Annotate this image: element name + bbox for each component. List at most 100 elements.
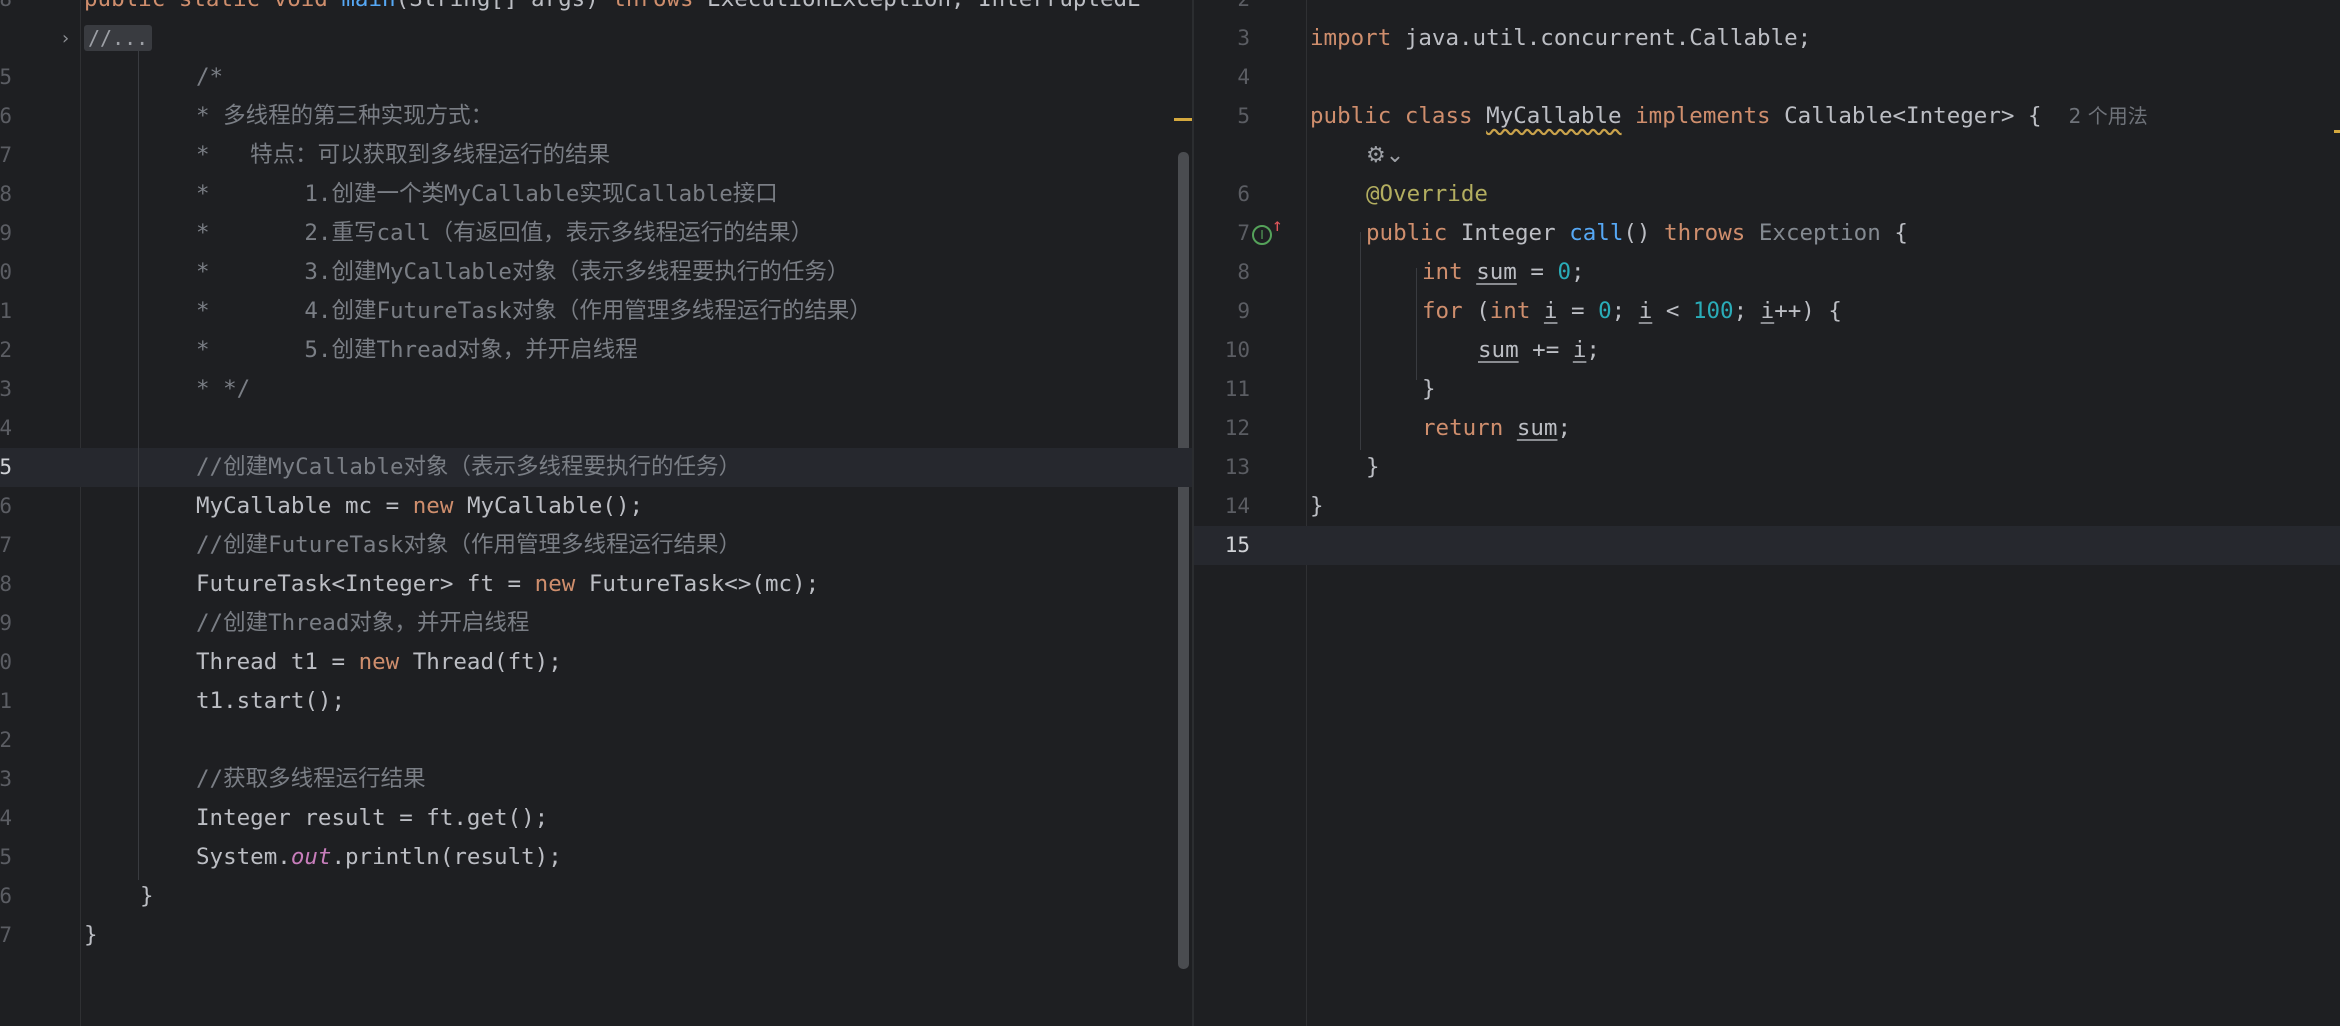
code-line[interactable]: 8 public static void main(String[] args) … [0,0,1192,19]
code-line[interactable]: 5 /* [0,58,1192,97]
code-line[interactable]: 4 Integer result = ft.get(); [0,799,1192,838]
line-number[interactable]: 3 [0,370,12,409]
code-line[interactable]: 14} [1194,487,2340,526]
code-text[interactable]: import java.util.concurrent.Callable; [1310,19,1811,58]
code-line[interactable]: 6 MyCallable mc = new MyCallable(); [0,487,1192,526]
line-number[interactable]: 0 [0,643,12,682]
code-line[interactable]: 9 for (int i = 0; i < 100; i++) { [1194,292,2340,331]
code-line[interactable]: 8 * 1.创建一个类MyCallable实现Callable接口 [0,175,1192,214]
line-number[interactable]: 4 [0,409,12,448]
code-line[interactable]: 0 Thread t1 = new Thread(ft); [0,643,1192,682]
code-line[interactable]: 9 * 2.重写call（有返回值，表示多线程运行的结果） [0,214,1192,253]
line-number[interactable]: 7 [0,916,12,955]
folded-region[interactable]: //... [84,25,153,51]
code-line[interactable]: 9 //创建Thread对象，并开启线程 [0,604,1192,643]
code-text[interactable]: t1.start(); [196,682,345,721]
code-text[interactable]: System.out.println(result); [196,838,562,877]
code-line[interactable]: 2 * 5.创建Thread对象，并开启线程 [0,331,1192,370]
line-number[interactable]: 4 [0,799,12,838]
line-number[interactable]: 9 [0,214,12,253]
code-text[interactable]: //创建Thread对象，并开启线程 [196,604,529,643]
overrides-arrow-icon[interactable]: ↑ [1272,214,1283,238]
code-line[interactable]: 8 int sum = 0; [1194,253,2340,292]
code-line[interactable]: 13} [1194,448,2340,487]
code-text[interactable]: } [1310,487,1324,526]
line-number[interactable]: 7 [1194,214,1250,253]
code-line[interactable]: 6 @Override [1194,175,2340,214]
code-line[interactable]: ⚙⌄ [1194,136,2340,175]
line-number[interactable]: 6 [0,877,12,916]
code-text[interactable]: for (int i = 0; i < 100; i++) { [1422,292,1842,331]
code-text[interactable]: /* [196,58,223,97]
line-number[interactable]: 9 [0,604,12,643]
line-number[interactable]: 5 [1194,97,1250,136]
code-text[interactable]: } [84,916,98,955]
line-number[interactable]: 11 [1194,370,1250,409]
code-text[interactable]: * 3.创建MyCallable对象（表示多线程要执行的任务） [196,253,849,292]
code-line[interactable]: 10 sum += i; [1194,331,2340,370]
code-line[interactable]: 7 * 特点：可以获取到多线程运行的结果 [0,136,1192,175]
code-line[interactable]: 4 [1194,58,2340,97]
line-number[interactable]: 3 [1194,19,1250,58]
left-editor-pane[interactable]: 8 public static void main(String[] args) … [0,0,1192,1026]
code-text[interactable]: return sum; [1422,409,1571,448]
code-line[interactable]: 2 [1194,0,2340,19]
code-text[interactable]: * 2.重写call（有返回值，表示多线程运行的结果） [196,214,813,253]
line-number[interactable]: 1 [0,292,12,331]
ai-assistant-icon[interactable]: ⚙⌄ [1366,136,1404,175]
implements-gutter-icon[interactable]: I [1252,225,1272,245]
line-number[interactable]: 13 [1194,448,1250,487]
code-text[interactable]: @Override [1366,175,1488,214]
code-line[interactable]: 1 * 4.创建FutureTask对象（作用管理多线程运行的结果） [0,292,1192,331]
code-line[interactable]: 0 * 3.创建MyCallable对象（表示多线程要执行的任务） [0,253,1192,292]
line-number[interactable]: 5 [0,58,12,97]
line-number[interactable]: 14 [1194,487,1250,526]
line-number[interactable]: 7 [0,136,12,175]
line-number[interactable]: 6 [0,97,12,136]
line-number[interactable]: 3 [0,760,12,799]
code-text[interactable]: Thread t1 = new Thread(ft); [196,643,562,682]
line-number[interactable]: 6 [0,487,12,526]
line-number[interactable]: 8 [0,0,12,19]
code-text[interactable]: //... [84,19,153,58]
code-line[interactable]: 11} [1194,370,2340,409]
code-text[interactable]: public Integer call() throws Exception { [1366,214,1908,253]
code-text[interactable]: } [140,877,154,916]
code-text[interactable]: MyCallable mc = new MyCallable(); [196,487,643,526]
code-line[interactable]: 3 import java.util.concurrent.Callable; [1194,19,2340,58]
code-line[interactable]: 2 [0,721,1192,760]
line-number[interactable]: 8 [0,565,12,604]
code-line[interactable]: 3 * */ [0,370,1192,409]
code-line[interactable]: 6} [0,877,1192,916]
code-text[interactable]: } [1366,448,1380,487]
code-text[interactable]: FutureTask<Integer> ft = new FutureTask<… [196,565,819,604]
code-text[interactable]: public static void main(String[] args) t… [84,0,1141,19]
code-text[interactable]: Integer result = ft.get(); [196,799,548,838]
code-line[interactable]: 3 //获取多线程运行结果 [0,760,1192,799]
code-line[interactable]: 5 //创建MyCallable对象（表示多线程要执行的任务） [0,448,1192,487]
line-number[interactable]: 8 [1194,253,1250,292]
code-text[interactable]: int sum = 0; [1422,253,1585,292]
line-number[interactable]: 6 [1194,175,1250,214]
code-line[interactable]: 8 FutureTask<Integer> ft = new FutureTask… [0,565,1192,604]
code-text[interactable]: * 1.创建一个类MyCallable实现Callable接口 [196,175,778,214]
code-line[interactable]: 15 [1194,526,2340,565]
line-number[interactable]: 2 [0,721,12,760]
code-text[interactable]: * 5.创建Thread对象，并开启线程 [196,331,638,370]
line-number[interactable]: 0 [0,253,12,292]
code-line[interactable]: › //... [0,19,1192,58]
code-line[interactable]: 4 [0,409,1192,448]
line-number[interactable]: 2 [0,331,12,370]
line-number[interactable]: 5 [0,838,12,877]
line-number[interactable]: 1 [0,682,12,721]
line-number[interactable]: 9 [1194,292,1250,331]
code-line[interactable]: 5 public class MyCallable implements Call… [1194,97,2340,136]
right-editor-pane[interactable]: 23 import java.util.concurrent.Callable; 4… [1194,0,2340,1026]
line-number[interactable]: 8 [0,175,12,214]
code-line[interactable]: 7 //创建FutureTask对象（作用管理多线程运行结果） [0,526,1192,565]
line-number[interactable]: 15 [1194,526,1250,565]
line-number[interactable]: 10 [1194,331,1250,370]
code-text[interactable]: * 4.创建FutureTask对象（作用管理多线程运行的结果） [196,292,872,331]
code-line[interactable]: 6 * 多线程的第三种实现方式： [0,97,1192,136]
code-line[interactable]: 12 return sum; [1194,409,2340,448]
